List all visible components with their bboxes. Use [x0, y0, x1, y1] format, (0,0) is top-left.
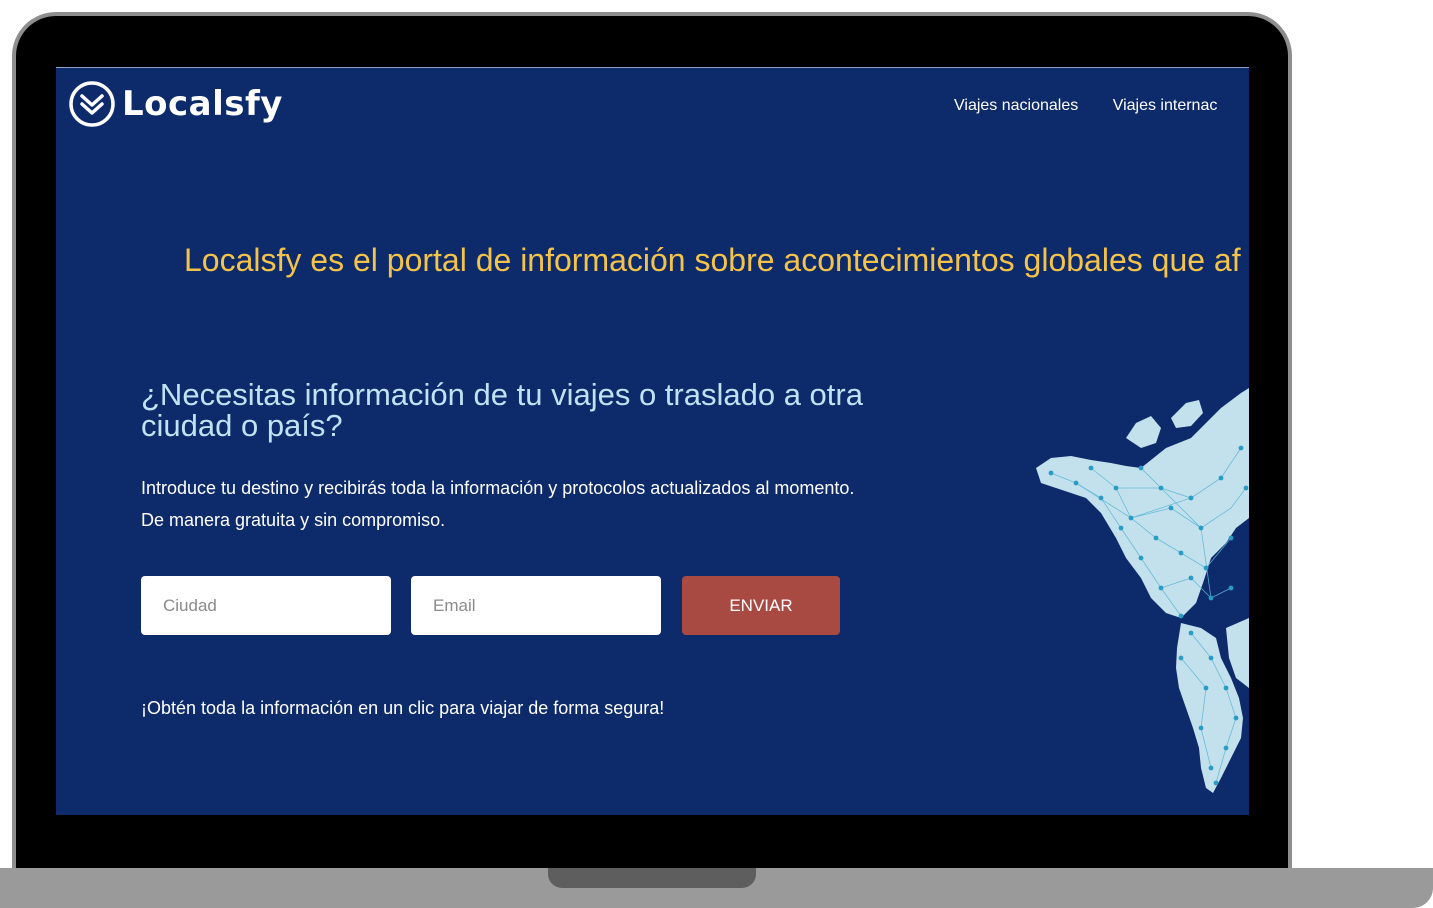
top-nav: Viajes nacionales Viajes internac [954, 97, 1249, 115]
laptop-notch [548, 868, 756, 888]
footer-note: ¡Obtén toda la información en un clic pa… [141, 698, 665, 718]
website-screen: Localsfy Viajes nacionales Viajes intern… [56, 67, 1249, 815]
hero-tagline: Localsfy es el portal de información sob… [184, 242, 1241, 278]
nav-item-viajes-nacionales[interactable]: Viajes nacionales [954, 97, 1078, 115]
hero-intro: Introduce tu destino y recibirás toda la… [141, 478, 855, 530]
email-input[interactable] [411, 576, 661, 635]
nav-item-viajes-internacionales[interactable]: Viajes internac [1113, 97, 1218, 115]
hero-headline: ¿Necesitas información de tu viajes o tr… [141, 377, 863, 443]
brand-name: Localsfy [122, 84, 283, 124]
brand-logo[interactable]: Localsfy [68, 80, 283, 128]
chevron-badge-icon [69, 81, 115, 127]
city-input[interactable] [141, 576, 391, 635]
laptop-mockup: Localsfy Viajes nacionales Viajes intern… [0, 0, 1433, 908]
submit-button[interactable]: ENVIAR [682, 576, 840, 635]
world-network-map [1036, 388, 1249, 793]
